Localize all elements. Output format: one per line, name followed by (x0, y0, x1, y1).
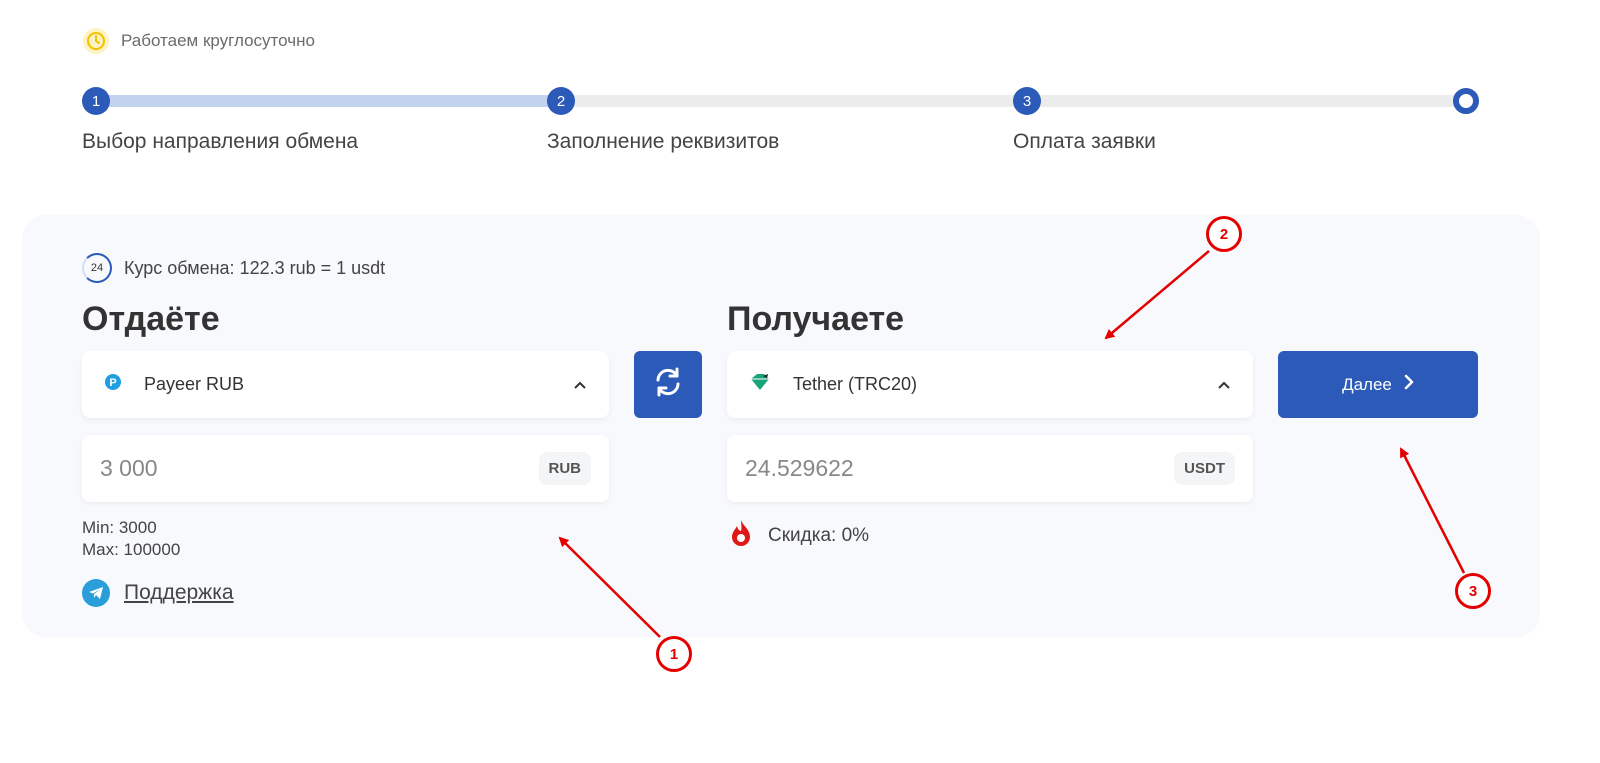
stepper-track-done (95, 95, 565, 107)
swap-currencies-button[interactable] (634, 351, 702, 418)
support-link[interactable]: Поддержка (124, 581, 234, 605)
working-hours: Работаем круглосуточно (83, 28, 315, 54)
exchange-rate-text: Курс обмена: 122.3 rub = 1 usdt (124, 257, 386, 278)
annotation-marker-2: 2 (1206, 216, 1242, 252)
working-hours-text: Работаем круглосуточно (121, 31, 315, 50)
step-1-label: Выбор направления обмена (82, 130, 359, 153)
support-link-row[interactable]: Поддержка (82, 579, 234, 607)
exchange-rate: 24 Курс обмена: 122.3 rub = 1 usdt (82, 253, 385, 283)
give-amount-value[interactable]: 3 000 (100, 455, 539, 482)
discount-info: Скидка: 0% (728, 519, 869, 552)
give-limits: Min: 3000 Max: 100000 (82, 517, 180, 561)
rate-timer-icon: 24 (82, 253, 112, 283)
give-currency-select[interactable]: P Payeer RUB (82, 351, 609, 418)
next-button-label: Далее (1342, 374, 1392, 394)
step-3-label: Оплата заявки (1013, 130, 1156, 153)
swap-icon (650, 364, 686, 405)
max-limit: Max: 100000 (82, 540, 181, 559)
step-2-dot: 2 (547, 87, 575, 115)
step-1-dot: 1 (82, 87, 110, 115)
annotation-marker-1: 1 (656, 636, 692, 672)
receive-currency-select[interactable]: Tether (TRC20) (727, 351, 1253, 418)
svg-text:P: P (109, 377, 116, 389)
receive-amount-value[interactable]: 24.529622 (745, 455, 1174, 482)
chevron-up-icon (1217, 377, 1231, 393)
give-amount-field[interactable]: 3 000 RUB (82, 435, 609, 502)
receive-amount-field[interactable]: 24.529622 USDT (727, 435, 1253, 502)
annotation-marker-3: 3 (1455, 573, 1491, 609)
step-3-dot: 3 (1013, 87, 1041, 115)
telegram-icon (82, 579, 110, 607)
discount-text: Скидка: 0% (768, 524, 870, 546)
clock-icon (83, 28, 109, 54)
chevron-right-icon (1404, 374, 1414, 395)
next-button[interactable]: Далее (1278, 351, 1478, 418)
receive-currency-code: USDT (1174, 452, 1235, 485)
min-limit: Min: 3000 (82, 518, 157, 537)
step-2-label: Заполнение реквизитов (547, 130, 780, 153)
give-currency-code: RUB (538, 452, 591, 485)
receive-currency-label: Tether (TRC20) (793, 374, 918, 394)
payeer-icon: P (104, 373, 122, 396)
step-final-dot (1453, 88, 1479, 114)
fire-icon (728, 519, 754, 552)
chevron-up-icon (573, 377, 587, 393)
tether-icon (749, 372, 771, 397)
give-currency-label: Payeer RUB (144, 374, 245, 394)
give-heading: Отдаёте (82, 300, 220, 338)
receive-heading: Получаете (727, 300, 905, 338)
